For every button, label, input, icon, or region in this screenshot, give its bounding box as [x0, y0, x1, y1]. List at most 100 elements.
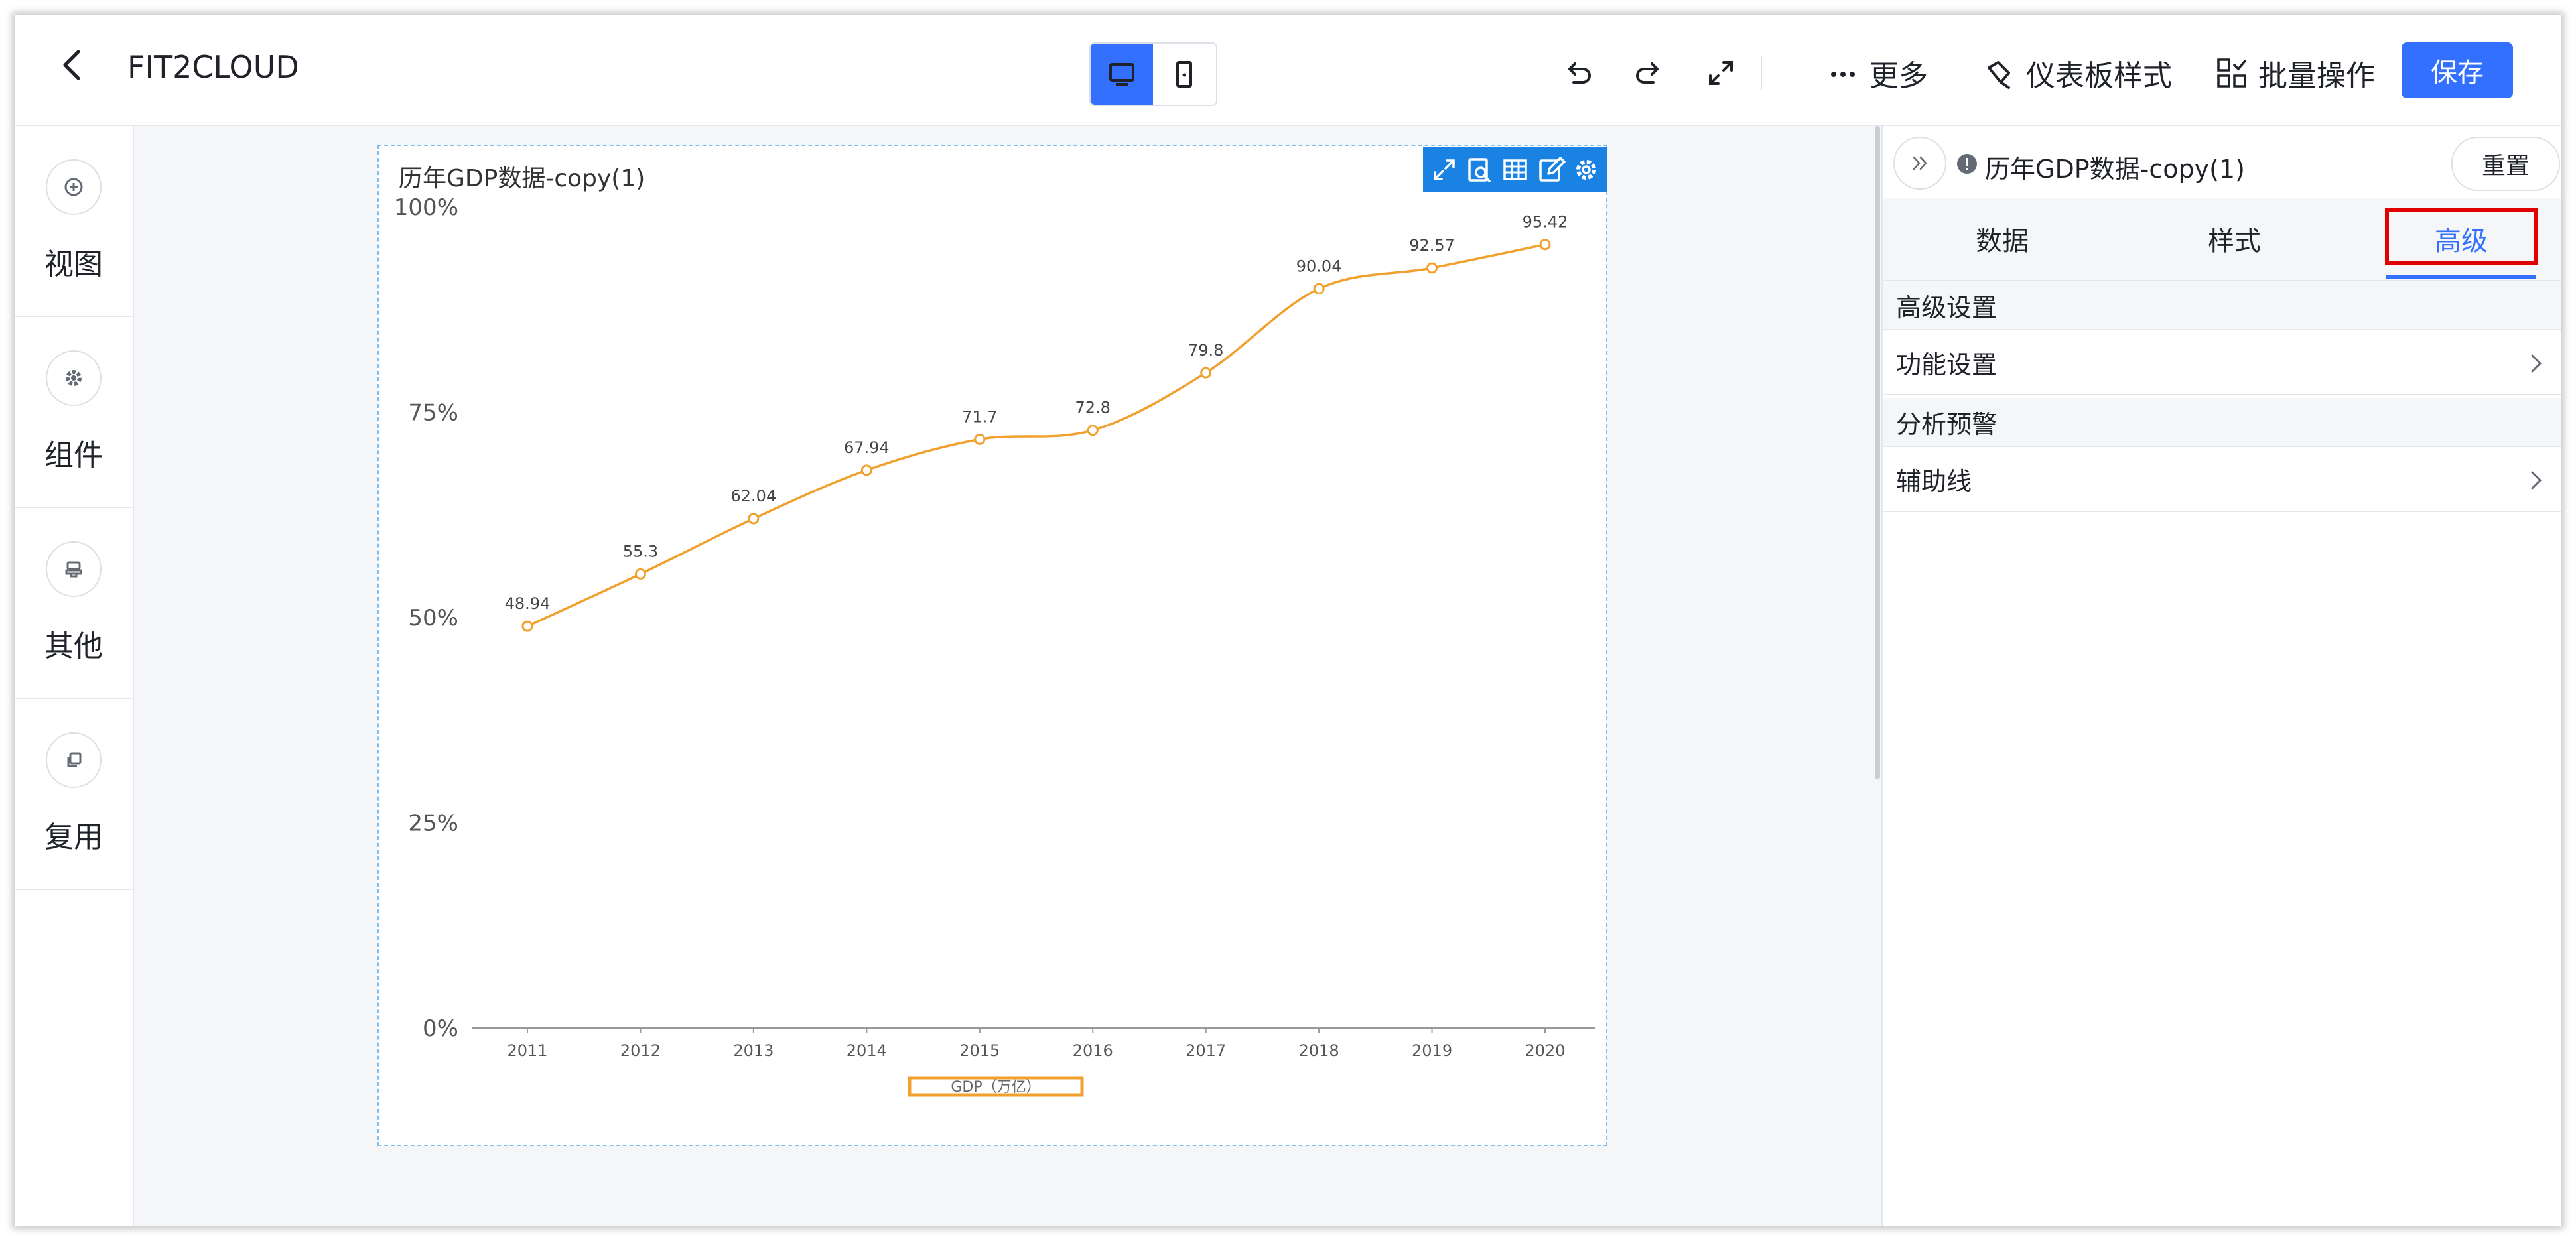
more-button[interactable]: 更多 — [1826, 52, 1928, 94]
batch-grid-icon — [2217, 58, 2246, 88]
data-point — [1087, 425, 1099, 436]
top-header: FIT2CLOUD 更多 仪表板样式 批量操作 保存 — [15, 15, 2561, 126]
double-chevron-right-icon — [1913, 156, 1927, 170]
settings-icon[interactable] — [1572, 155, 1601, 184]
more-dots-icon — [1831, 72, 1855, 77]
sidebar-item-component[interactable]: 组件 — [15, 317, 133, 508]
desktop-icon — [1109, 63, 1134, 86]
sidebar-item-label: 复用 — [44, 820, 103, 854]
data-point — [1313, 283, 1325, 294]
chart-card[interactable]: 0% 25% 50% 75% 100% 2011 2012 2013 2014 2015 2016 2… — [377, 145, 1607, 1146]
edit-icon[interactable] — [1536, 155, 1566, 184]
mobile-mode-button[interactable] — [1153, 44, 1215, 105]
data-point — [974, 433, 986, 445]
x-tick-label: 2019 — [1412, 1041, 1452, 1060]
batch-operation-label: 批量操作 — [2258, 59, 2375, 93]
chevron-right-icon — [2531, 471, 2542, 490]
data-label: 48.94 — [505, 594, 551, 613]
tab-style[interactable]: 样式 — [2135, 198, 2334, 280]
y-tick-label: 100% — [394, 194, 458, 221]
sidebar-item-label: 组件 — [44, 438, 103, 472]
data-label: 79.8 — [1188, 341, 1223, 359]
dashboard-style-button[interactable]: 仪表板样式 — [1982, 52, 2172, 94]
app-title: FIT2CLOUD — [127, 49, 299, 85]
x-tick-label: 2020 — [1525, 1041, 1565, 1060]
data-label: 72.8 — [1075, 399, 1111, 417]
more-label: 更多 — [1869, 59, 1928, 93]
desktop-mode-button[interactable] — [1091, 44, 1153, 105]
sidebar-item-label: 视图 — [44, 247, 103, 281]
device-toggle — [1089, 42, 1217, 106]
data-label: 90.04 — [1296, 257, 1342, 275]
app-frame: FIT2CLOUD 更多 仪表板样式 批量操作 保存 视图 组件 其他 复用 0… — [15, 15, 2561, 1226]
data-label: 71.7 — [962, 407, 997, 426]
expand-icon[interactable] — [1430, 155, 1459, 184]
x-tick-label: 2015 — [959, 1041, 1000, 1060]
sidebar-item-label: 其他 — [44, 629, 103, 663]
data-point — [1539, 239, 1551, 251]
property-panel: 历年GDP数据-copy(1) 重置 数据 样式 高级 高级设置 功能设置 分析… — [1881, 126, 2561, 1226]
sidebar-item-reuse[interactable]: 复用 — [15, 699, 133, 890]
x-tick-label: 2016 — [1073, 1041, 1113, 1060]
active-tab-indicator — [2386, 275, 2536, 279]
gear-icon — [46, 350, 102, 406]
x-tick-label: 2017 — [1186, 1041, 1226, 1060]
x-tick-label: 2014 — [847, 1041, 887, 1060]
sidebar-item-other[interactable]: 其他 — [15, 508, 133, 699]
x-tick-label: 2011 — [507, 1041, 547, 1060]
x-tick-label: 2012 — [620, 1041, 661, 1060]
dashboard-style-label: 仪表板样式 — [2026, 59, 2172, 93]
brush-icon — [1988, 61, 2010, 89]
tab-data[interactable]: 数据 — [1903, 198, 2102, 280]
y-tick-label: 50% — [408, 605, 458, 631]
chevron-left-icon[interactable] — [53, 45, 93, 85]
mobile-icon — [1176, 61, 1192, 88]
plus-circle-icon — [46, 159, 102, 215]
row-label: 辅助线 — [1896, 466, 1972, 496]
row-label: 功能设置 — [1896, 350, 1998, 379]
reset-button[interactable]: 重置 — [2451, 137, 2560, 191]
batch-operation-button[interactable]: 批量操作 — [2214, 52, 2375, 94]
section-heading-advanced: 高级设置 — [1883, 281, 2561, 329]
line-chart: 0% 25% 50% 75% 100% 2011 2012 2013 2014 2015 2016 2… — [394, 194, 1595, 1097]
chevron-right-icon — [2531, 354, 2542, 373]
data-label: 67.94 — [844, 438, 890, 457]
redo-icon[interactable] — [1631, 56, 1665, 90]
series-line-gdp — [527, 243, 1546, 627]
highlight-annotation — [2385, 208, 2538, 265]
fullscreen-icon[interactable] — [1704, 56, 1738, 90]
table-icon[interactable] — [1501, 155, 1530, 184]
data-point — [1426, 262, 1438, 274]
y-tick-label: 25% — [408, 811, 458, 837]
sidebar-item-view[interactable]: 视图 — [15, 126, 133, 317]
function-settings-row[interactable]: 功能设置 — [1883, 329, 2561, 395]
copy-icon — [46, 732, 102, 788]
component-sidebar: 视图 组件 其他 复用 — [15, 126, 134, 1226]
chart-toolbar — [1423, 147, 1607, 192]
panel-tabs: 数据 样式 高级 — [1883, 198, 2561, 281]
data-label: 55.3 — [623, 542, 658, 560]
undo-icon[interactable] — [1562, 56, 1596, 90]
y-tick-label: 0% — [423, 1015, 458, 1042]
stamp-icon — [46, 541, 102, 597]
info-icon — [1957, 154, 1977, 174]
data-point — [521, 620, 533, 632]
search-detail-icon[interactable] — [1465, 155, 1494, 184]
auxiliary-line-row[interactable]: 辅助线 — [1883, 446, 2561, 512]
x-tick-label: 2013 — [733, 1041, 774, 1060]
data-label: 92.57 — [1409, 236, 1455, 255]
data-point — [1200, 367, 1212, 379]
data-label: 95.42 — [1523, 213, 1568, 231]
data-point — [634, 568, 646, 580]
section-heading-analysis: 分析预警 — [1883, 398, 2561, 446]
chart-title: 历年GDP数据-copy(1) — [399, 165, 645, 192]
data-point — [860, 464, 872, 476]
data-point — [748, 513, 760, 525]
canvas-scrollbar[interactable] — [1875, 126, 1880, 779]
y-tick-label: 75% — [408, 400, 458, 426]
panel-title: 历年GDP数据-copy(1) — [1985, 155, 2245, 184]
legend-label: GDP（万亿） — [951, 1079, 1040, 1096]
save-button[interactable]: 保存 — [2402, 42, 2513, 98]
collapse-panel-button[interactable] — [1893, 137, 1946, 190]
data-label: 62.04 — [731, 487, 777, 505]
